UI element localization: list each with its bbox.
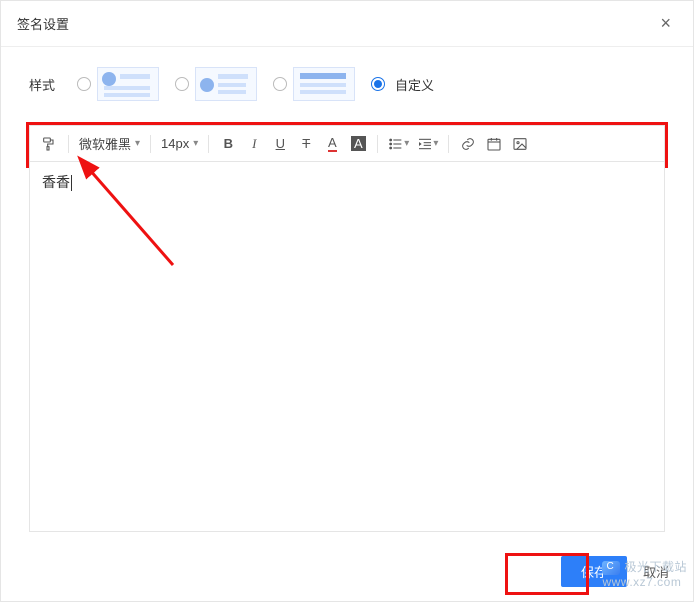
editor-textarea[interactable]: 香香 bbox=[29, 162, 665, 532]
image-icon bbox=[512, 136, 528, 152]
format-painter-button[interactable] bbox=[40, 136, 58, 152]
format-painter-icon bbox=[41, 136, 57, 152]
titlebar: 签名设置 × bbox=[1, 1, 693, 47]
style-option-template3[interactable] bbox=[273, 67, 355, 101]
indent-button[interactable]: ▾ bbox=[417, 136, 438, 152]
custom-label: 自定义 bbox=[395, 75, 434, 94]
font-size-select[interactable]: 14px ▾ bbox=[161, 136, 198, 151]
chevron-down-icon: ▾ bbox=[135, 138, 140, 149]
separator bbox=[68, 135, 69, 153]
style-option-custom[interactable]: 自定义 bbox=[371, 75, 434, 94]
radio-template2[interactable] bbox=[175, 77, 189, 91]
date-button[interactable] bbox=[485, 136, 503, 152]
image-button[interactable] bbox=[511, 136, 529, 152]
font-color-button[interactable]: A bbox=[323, 135, 341, 152]
link-button[interactable] bbox=[459, 136, 477, 152]
list-ul-icon bbox=[388, 136, 404, 152]
toolbar: 微软雅黑 ▾ 14px ▾ B I U T A A ▾ ▾ bbox=[29, 125, 665, 162]
radio-template1[interactable] bbox=[77, 77, 91, 91]
separator bbox=[150, 135, 151, 153]
footer: 保存 取消 bbox=[561, 556, 669, 587]
chevron-down-icon: ▾ bbox=[193, 138, 198, 149]
separator bbox=[377, 135, 378, 153]
editor-wrap: 微软雅黑 ▾ 14px ▾ B I U T A A ▾ ▾ bbox=[29, 125, 665, 532]
chevron-down-icon: ▾ bbox=[433, 138, 438, 149]
style-row: 样式 自定义 bbox=[1, 47, 693, 115]
style-option-template1[interactable] bbox=[77, 67, 159, 101]
indent-icon bbox=[417, 136, 433, 152]
underline-button[interactable]: U bbox=[271, 136, 289, 151]
template3-thumb bbox=[293, 67, 355, 101]
strike-button[interactable]: T bbox=[297, 136, 315, 151]
signature-dialog: 签名设置 × 样式 自定义 bbox=[0, 0, 694, 602]
bold-button[interactable]: B bbox=[219, 136, 237, 151]
calendar-icon bbox=[486, 136, 502, 152]
separator bbox=[208, 135, 209, 153]
font-family-select[interactable]: 微软雅黑 ▾ bbox=[79, 134, 140, 153]
template1-thumb bbox=[97, 67, 159, 101]
font-family-value: 微软雅黑 bbox=[79, 134, 131, 153]
editor-content: 香香 bbox=[42, 174, 72, 190]
radio-custom[interactable] bbox=[371, 77, 385, 91]
separator bbox=[448, 135, 449, 153]
chevron-down-icon: ▾ bbox=[404, 138, 409, 149]
template2-thumb bbox=[195, 67, 257, 101]
style-option-template2[interactable] bbox=[175, 67, 257, 101]
save-button[interactable]: 保存 bbox=[561, 556, 627, 587]
radio-template3[interactable] bbox=[273, 77, 287, 91]
link-icon bbox=[460, 136, 476, 152]
unordered-list-button[interactable]: ▾ bbox=[388, 136, 409, 152]
italic-button[interactable]: I bbox=[245, 136, 263, 152]
close-icon[interactable]: × bbox=[654, 11, 677, 36]
style-label: 样式 bbox=[29, 75, 55, 94]
dialog-title: 签名设置 bbox=[17, 14, 69, 33]
font-size-value: 14px bbox=[161, 136, 189, 151]
bg-color-button[interactable]: A bbox=[349, 136, 367, 151]
cancel-button[interactable]: 取消 bbox=[643, 562, 669, 581]
